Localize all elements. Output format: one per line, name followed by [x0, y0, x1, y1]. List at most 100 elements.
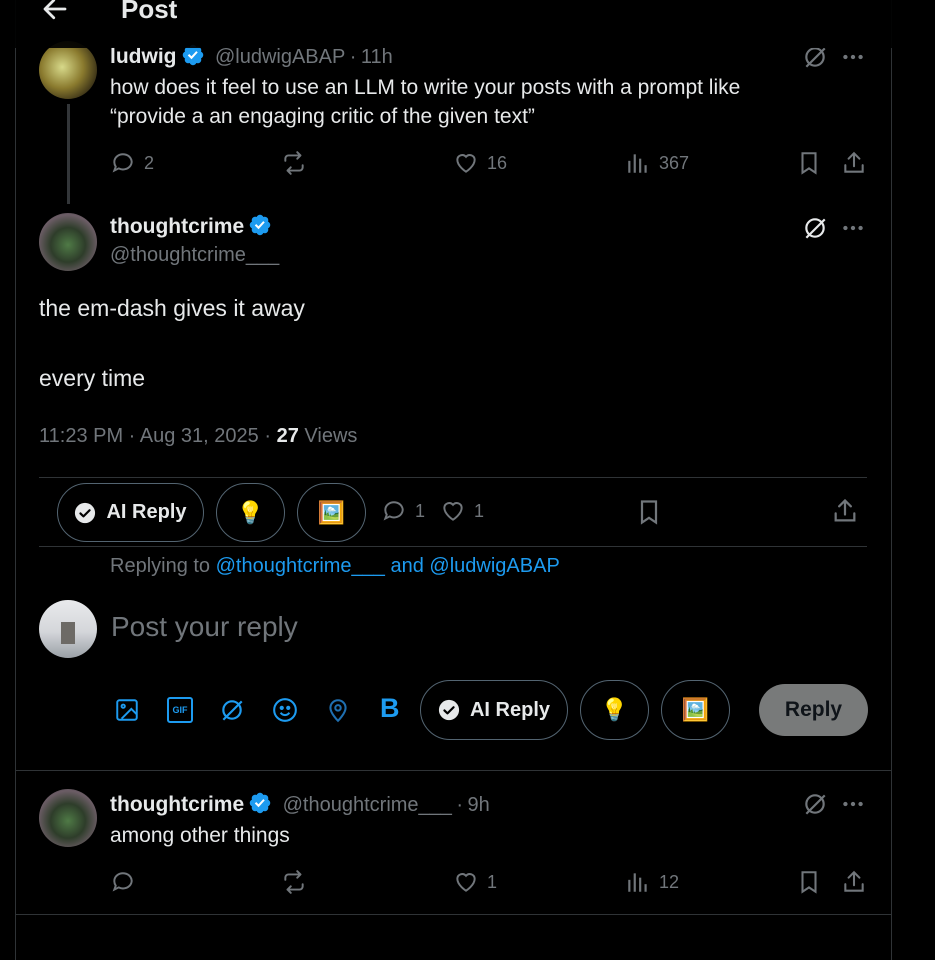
replying-prefix: Replying to [110, 555, 211, 577]
thread-line [67, 104, 70, 204]
avatar[interactable] [39, 213, 97, 271]
more-icon[interactable] [840, 215, 866, 241]
share-icon[interactable] [841, 150, 867, 176]
ai-reply-button[interactable]: AI Reply [57, 483, 204, 542]
like-action[interactable]: 1 [440, 498, 484, 524]
views-count: 27 [276, 425, 299, 447]
views-icon [628, 154, 647, 173]
reply-submit-button[interactable]: Reply [759, 684, 868, 736]
location-icon[interactable] [325, 697, 351, 723]
bookmark-icon[interactable] [796, 150, 822, 176]
author-handle[interactable]: @thoughtcrime___ [283, 794, 452, 816]
post-time[interactable]: 11h [361, 46, 393, 68]
like-action[interactable]: 16 [453, 150, 507, 176]
divider [16, 770, 892, 771]
views-count: 12 [659, 871, 680, 892]
arrow-left-icon[interactable] [40, 0, 70, 24]
post-text-line: every time [39, 365, 146, 391]
author-name[interactable]: thoughtcrime [110, 793, 244, 816]
like-count: 1 [474, 500, 485, 521]
bulb-swap-icon: 💡 [236, 499, 265, 525]
mention-link[interactable]: @ludwigABAP [429, 555, 559, 577]
reply-post-header: thoughtcrime @thoughtcrime___ · 9h [110, 791, 490, 817]
views-icon [628, 873, 647, 892]
main-post-author: thoughtcrime [110, 213, 272, 239]
post-text-line: the em-dash gives it away [39, 295, 305, 321]
more-icon[interactable] [840, 791, 866, 817]
separator-dot: · [264, 425, 272, 447]
gif-icon[interactable]: GIF [167, 697, 193, 723]
bookmark-icon[interactable] [635, 498, 663, 526]
verified-badge-icon [249, 792, 271, 814]
reply-action[interactable]: 2 [110, 150, 154, 176]
author-name[interactable]: ludwig [110, 45, 177, 68]
avatar[interactable] [39, 600, 97, 658]
like-action[interactable]: 1 [453, 869, 497, 895]
reply-count: 2 [144, 152, 155, 173]
replying-to: Replying to @thoughtcrime___ and @ludwig… [110, 555, 560, 578]
reply-input[interactable]: Post your reply [111, 611, 298, 643]
bold-button[interactable]: B [380, 693, 400, 724]
views-action[interactable]: 367 [625, 150, 689, 176]
ai-reply-button[interactable]: AI Reply [420, 680, 568, 740]
repost-icon [284, 151, 304, 175]
repost-icon [284, 870, 304, 894]
picture-icon: 🖼️ [681, 697, 710, 722]
check-circle-icon [438, 699, 460, 721]
reply-action[interactable]: 1 [381, 498, 425, 524]
post-text-line: how does it feel to use an LLM to write … [110, 76, 741, 99]
repost-action[interactable] [281, 150, 307, 176]
page-title: Post [121, 0, 178, 24]
divider [39, 546, 867, 547]
like-count: 16 [487, 152, 508, 173]
lightbulb-icon: 💡 [600, 697, 629, 722]
bookmark-icon[interactable] [796, 869, 822, 895]
post-timestamp[interactable]: 11:23 PM · Aug 31, 2025 [39, 425, 259, 447]
reply-icon [112, 153, 133, 173]
grok-icon[interactable] [802, 791, 828, 817]
and-text: and [390, 555, 424, 577]
share-icon[interactable] [831, 497, 859, 525]
post-time[interactable]: 9h [468, 794, 490, 816]
post-meta: 11:23 PM · Aug 31, 2025 · 27 Views [39, 425, 357, 448]
emoji-icon[interactable] [272, 697, 298, 723]
reply-count: 1 [415, 500, 426, 521]
author-handle[interactable]: @thoughtcrime___ [110, 244, 279, 267]
separator-dot: · [349, 46, 357, 68]
check-circle-icon [75, 502, 96, 523]
ai-reply-label: AI Reply [106, 501, 187, 523]
views-label: Views [304, 425, 358, 447]
image-button[interactable]: 🖼️ [661, 680, 730, 740]
top-header: Post [0, 0, 935, 48]
repost-action[interactable] [281, 869, 307, 895]
share-icon[interactable] [841, 869, 867, 895]
views-action[interactable]: 12 [625, 869, 679, 895]
grok-icon[interactable] [219, 697, 245, 723]
avatar[interactable] [39, 789, 97, 847]
post-text-line: among other things [110, 824, 290, 847]
verified-badge-icon [249, 214, 271, 236]
ai-reply-label: AI Reply [469, 698, 551, 721]
picture-icon: 🖼️ [317, 499, 346, 525]
post-text-line: “provide a an engaging critic of the giv… [110, 105, 535, 128]
rewrite-button[interactable]: 💡 [216, 483, 285, 542]
views-count: 367 [659, 152, 690, 173]
author-name[interactable]: thoughtcrime [110, 215, 244, 238]
image-button[interactable]: 🖼️ [297, 483, 366, 542]
divider [16, 914, 892, 915]
heart-icon [456, 154, 476, 173]
heart-icon [456, 873, 476, 892]
reply-icon [383, 501, 404, 521]
reply-action[interactable] [110, 869, 136, 895]
author-handle[interactable]: @ludwigABAP [215, 46, 345, 68]
grok-icon[interactable] [802, 215, 828, 241]
heart-icon [443, 502, 463, 521]
idea-button[interactable]: 💡 [580, 680, 649, 740]
avatar[interactable] [39, 41, 97, 99]
separator-dot: · [456, 794, 464, 816]
divider [39, 477, 867, 478]
like-count: 1 [487, 871, 498, 892]
image-icon[interactable] [114, 697, 140, 723]
reply-icon [112, 872, 133, 892]
mention-link[interactable]: @thoughtcrime___ [216, 555, 385, 577]
